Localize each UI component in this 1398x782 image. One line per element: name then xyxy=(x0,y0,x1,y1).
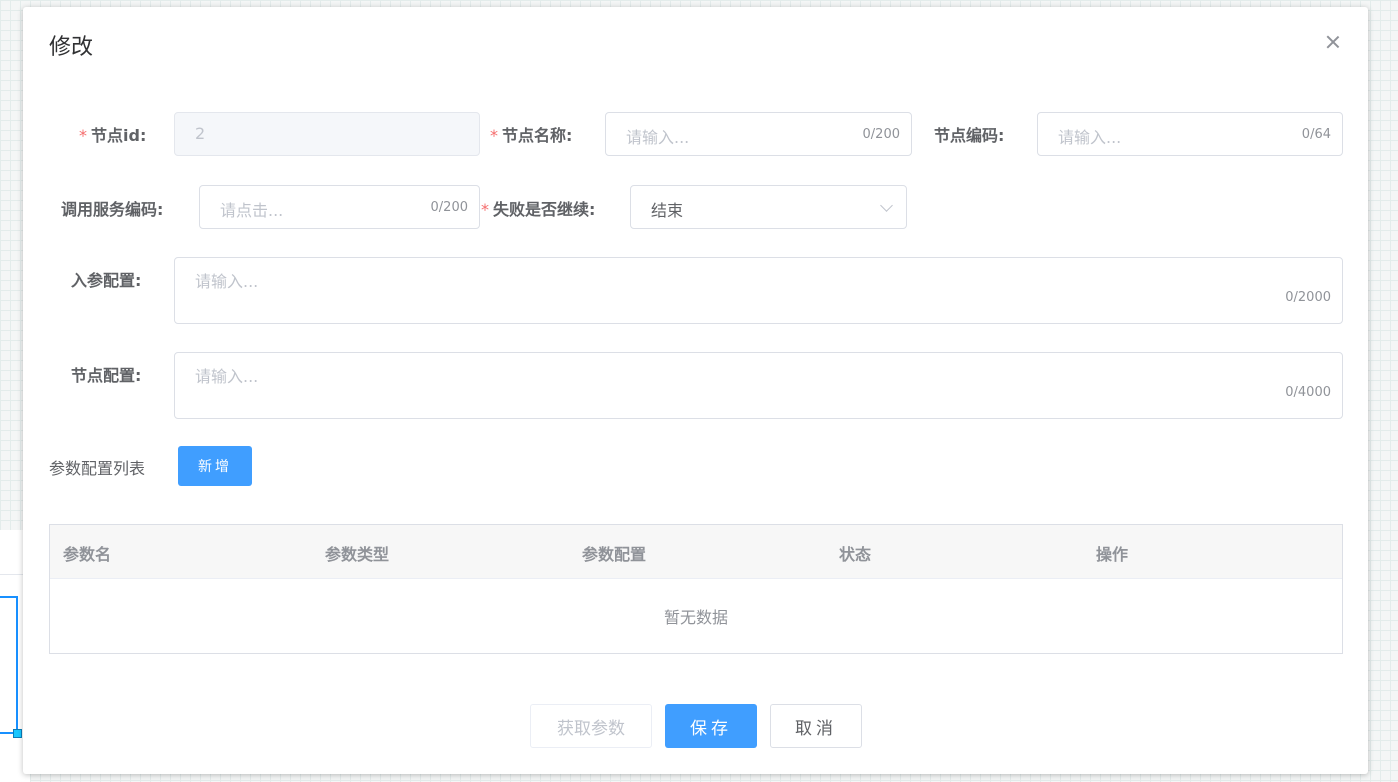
node-code-count: 0/64 xyxy=(1301,127,1331,142)
service-code-label: 调用服务编码: xyxy=(61,200,164,219)
service-code-count: 0/200 xyxy=(430,200,468,215)
node-code-placeholder: 请输入... xyxy=(1058,128,1122,147)
node-id-field[interactable]: 2 xyxy=(174,112,480,156)
node-config-label: 节点配置: xyxy=(71,366,142,385)
continue-on-fail-value: 结束 xyxy=(651,201,684,220)
column-param-type: 参数类型 xyxy=(325,545,390,564)
node-name-label: * 节点名称: xyxy=(490,126,573,145)
column-status: 状态 xyxy=(839,545,872,564)
close-icon[interactable] xyxy=(1323,32,1343,52)
node-code-input[interactable]: 请输入... 0/64 xyxy=(1037,112,1343,156)
node-name-input[interactable]: 请输入... 0/200 xyxy=(605,112,912,156)
fetch-params-button[interactable]: 获取参数 xyxy=(530,704,652,748)
column-param-config: 参数配置 xyxy=(582,545,647,564)
background-flow-node xyxy=(0,596,18,734)
chevron-down-icon xyxy=(880,199,893,212)
edit-dialog: 修改 * 节点id: 2 * 节点名称: 请输入... 0/200 节点编码: 请输… xyxy=(23,7,1368,774)
cancel-button[interactable]: 取消 xyxy=(770,704,862,748)
node-id-label: * 节点id: xyxy=(79,126,147,145)
param-table: 参数名 参数类型 参数配置 状态 操作 暂无数据 xyxy=(49,524,1343,654)
input-config-count: 0/2000 xyxy=(1285,290,1331,305)
input-config-textarea[interactable]: 请输入... 0/2000 xyxy=(174,257,1343,324)
table-header: 参数名 参数类型 参数配置 状态 操作 xyxy=(50,525,1342,579)
service-code-input[interactable]: 请点击... 0/200 xyxy=(199,185,480,229)
node-code-label: 节点编码: xyxy=(934,126,1005,145)
node-config-textarea[interactable]: 请输入... 0/4000 xyxy=(174,352,1343,419)
node-config-placeholder: 请输入... xyxy=(195,367,259,386)
save-button[interactable]: 保存 xyxy=(665,704,757,748)
dialog-title: 修改 xyxy=(49,35,94,60)
node-name-count: 0/200 xyxy=(862,127,900,142)
node-config-count: 0/4000 xyxy=(1285,385,1331,400)
continue-on-fail-select[interactable]: 结束 xyxy=(630,185,907,229)
service-code-placeholder: 请点击... xyxy=(220,201,284,220)
input-config-placeholder: 请输入... xyxy=(195,272,259,291)
column-actions: 操作 xyxy=(1096,545,1129,564)
continue-on-fail-label: * 失败是否继续: xyxy=(481,200,596,219)
param-list-label: 参数配置列表 xyxy=(49,459,146,478)
node-id-value: 2 xyxy=(195,124,206,143)
input-config-label: 入参配置: xyxy=(71,271,142,290)
add-param-button[interactable]: 新增 xyxy=(178,446,252,486)
column-param-name: 参数名 xyxy=(63,545,112,564)
background-node-handle xyxy=(13,729,22,738)
empty-state-text: 暂无数据 xyxy=(663,607,728,627)
node-name-placeholder: 请输入... xyxy=(626,128,690,147)
